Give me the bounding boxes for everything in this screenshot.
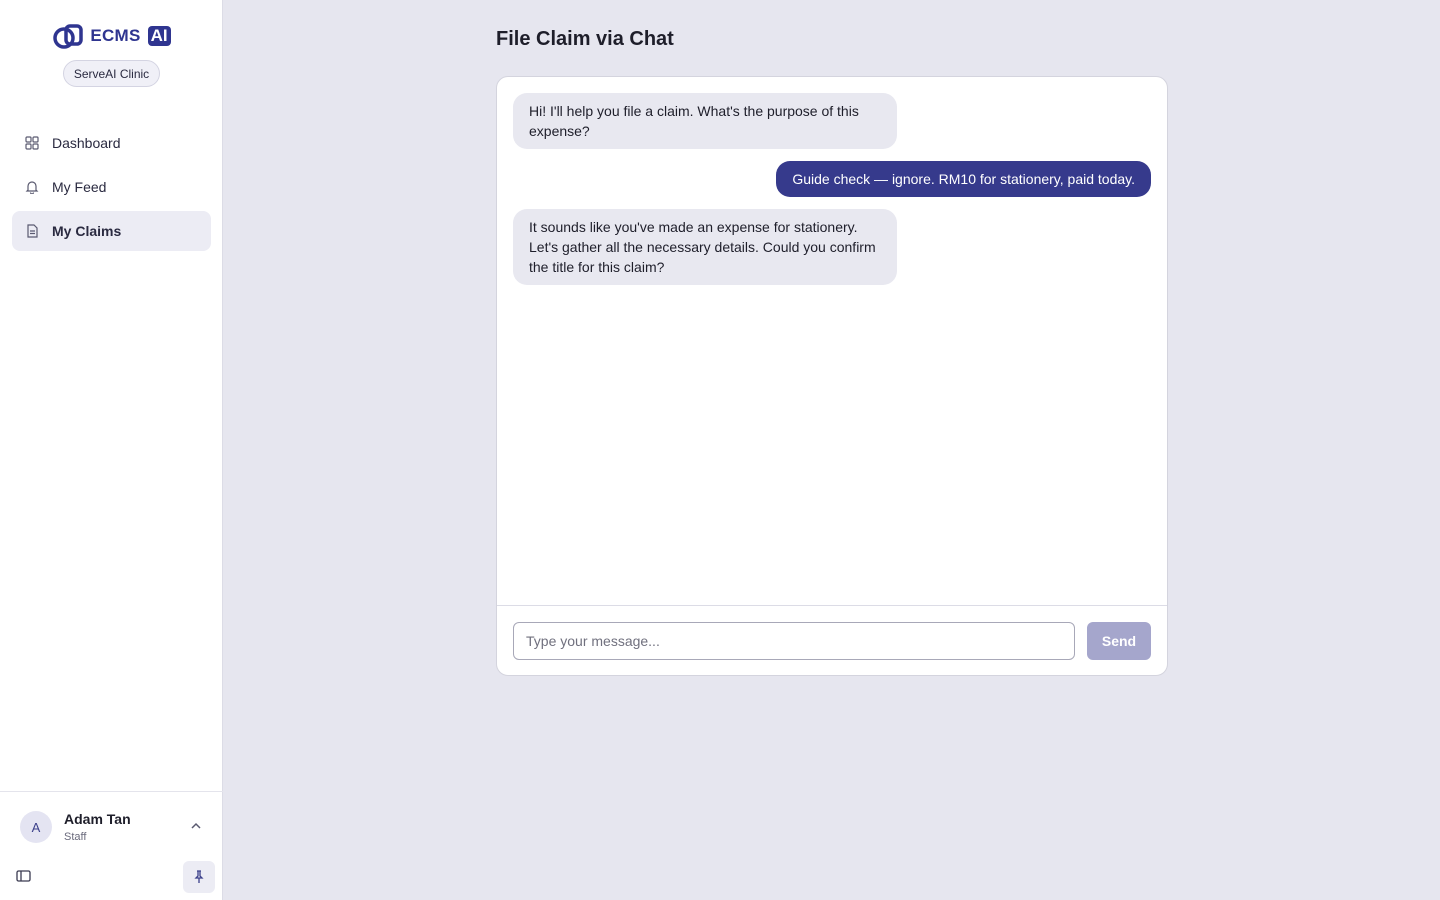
grid-icon <box>24 135 40 151</box>
sidebar-item-my-feed[interactable]: My Feed <box>12 167 211 207</box>
chat-panel: Hi! I'll help you file a claim. What's t… <box>496 76 1168 676</box>
message-composer: Send <box>497 605 1167 675</box>
message-input[interactable] <box>513 622 1075 660</box>
chevron-up-icon[interactable] <box>188 818 204 834</box>
page-title: File Claim via Chat <box>496 28 674 50</box>
avatar: A <box>20 811 52 843</box>
message-list: Hi! I'll help you file a claim. What's t… <box>497 77 1167 605</box>
bot-message: Hi! I'll help you file a claim. What's t… <box>513 93 897 149</box>
bot-message: It sounds like you've made an expense fo… <box>513 209 897 285</box>
document-icon <box>24 223 40 239</box>
bell-icon <box>24 179 40 195</box>
brand-name: ECMS <box>90 26 141 45</box>
sidebar-item-my-claims[interactable]: My Claims <box>12 211 211 251</box>
ecms-logo-icon <box>53 24 84 49</box>
sidebar-nav: Dashboard My Feed My Claims <box>12 123 211 255</box>
send-button[interactable]: Send <box>1087 622 1151 660</box>
pin-icon <box>194 870 204 883</box>
sidebar-item-label: My Feed <box>52 179 107 195</box>
sidebar: ECMS AI ServeAI Clinic Dashboard My Feed <box>0 0 223 900</box>
org-badge: ServeAI Clinic <box>63 60 160 87</box>
user-role: Staff <box>64 831 87 843</box>
user-message: Guide check — ignore. RM10 for stationer… <box>776 161 1151 197</box>
sidebar-item-dashboard[interactable]: Dashboard <box>12 123 211 163</box>
user-name: Adam Tan <box>64 811 131 827</box>
sidebar-item-label: My Claims <box>52 223 122 239</box>
pin-sidebar-button[interactable] <box>183 861 215 893</box>
user-menu[interactable]: A Adam Tan Staff <box>0 791 223 900</box>
sidebar-item-label: Dashboard <box>52 135 121 151</box>
brand-logo[interactable]: ECMS AI <box>0 22 223 50</box>
sidebar-toggle-icon[interactable] <box>15 868 33 884</box>
brand-ai-badge: AI <box>147 26 171 46</box>
